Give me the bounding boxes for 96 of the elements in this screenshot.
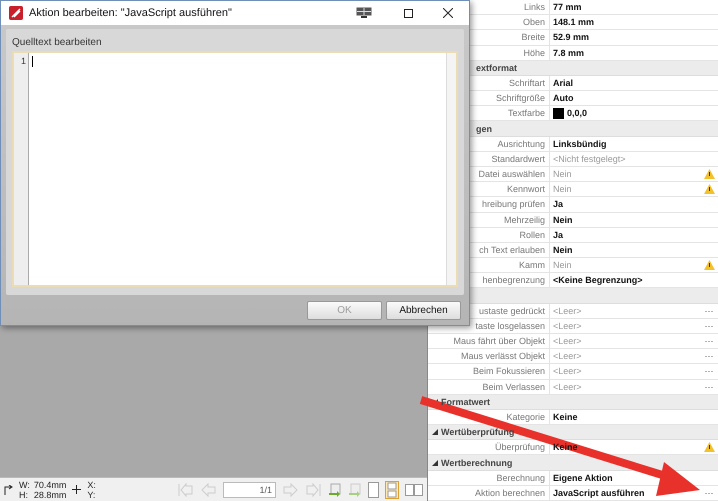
property-value: <Leer> [553, 336, 582, 346]
resize-icon [4, 484, 13, 494]
app-logo-icon [9, 6, 23, 20]
section-title: gen [476, 124, 492, 134]
property-label: Beim Fokussieren [472, 366, 545, 376]
collapse-triangle-icon[interactable] [432, 429, 438, 436]
continuous-page-icon[interactable] [385, 480, 399, 498]
property-label: Schriftgröße [496, 93, 545, 104]
property-label: Oben [522, 17, 545, 28]
more-button[interactable]: ··· [701, 380, 717, 394]
property-value: Linksbündig [553, 138, 606, 149]
property-value: <Leer> [553, 320, 582, 331]
property-value: 0,0,0 [567, 108, 588, 118]
property-label: Rollen [519, 230, 545, 240]
property-label: Kategorie [506, 412, 545, 422]
warning-icon [704, 184, 714, 194]
property-label: Kamm [518, 260, 545, 270]
section-title: Wertberechnung [441, 458, 512, 468]
property-value: Arial [553, 78, 574, 88]
property-value: <Leer> [553, 382, 582, 392]
property-value: <Keine Begrenzung> [553, 275, 643, 286]
y-label: Y: [87, 490, 96, 500]
property-label: taste losgelassen [475, 320, 545, 331]
property-label: Schriftart [508, 78, 545, 88]
forward-view-icon[interactable] [348, 482, 362, 496]
property-label: henbegrenzung [482, 275, 545, 286]
property-value: <Leer> [553, 351, 582, 362]
property-label: Aktion berechnen [474, 488, 545, 498]
property-value: Nein [553, 260, 572, 270]
property-value: Nein [553, 169, 572, 180]
editor-label: Quelltext bearbeiten [12, 37, 103, 48]
height-label: H: [19, 490, 29, 500]
property-value: Nein [553, 214, 573, 225]
property-label: ustaste gedrückt [478, 306, 545, 316]
property-label: Mehrzeilig [504, 214, 545, 225]
section-title: Wertüberprüfung [441, 427, 514, 438]
warning-icon [704, 169, 714, 180]
property-value: 77 mm [553, 2, 582, 12]
property-label: Berechnung [496, 472, 545, 483]
single-page-icon[interactable] [368, 482, 379, 498]
collapse-triangle-icon[interactable] [432, 460, 438, 466]
text-cursor [32, 56, 33, 67]
warning-icon [704, 260, 714, 270]
property-value: Nein [553, 184, 572, 194]
window-title: Aktion bearbeiten: "JavaScript ausführen" [29, 7, 233, 19]
property-value: <Nicht festgelegt> [553, 154, 626, 164]
property-label: Ausrichtung [497, 138, 545, 149]
property-label: Datei auswählen [478, 169, 545, 180]
property-label: ch Text erlauben [479, 244, 545, 255]
crosshair-icon [72, 485, 82, 494]
property-label: Höhe [523, 48, 545, 58]
close-icon[interactable] [443, 8, 453, 18]
more-button[interactable]: ··· [701, 334, 717, 348]
width-value: 70.4mm [34, 480, 66, 490]
more-button[interactable]: ··· [701, 486, 717, 500]
more-button[interactable]: ··· [701, 304, 717, 318]
two-page-icon[interactable] [405, 484, 423, 496]
property-value: Auto [553, 93, 574, 104]
warning-icon [704, 442, 714, 452]
property-value: Nein [553, 244, 573, 255]
dialog-button[interactable]: Abbrechen [386, 300, 461, 320]
property-label: Maus verlässt Objekt [460, 351, 545, 362]
property-value: Ja [553, 199, 564, 210]
property-value: Keine [553, 412, 578, 422]
property-label: Standardwert [491, 154, 545, 164]
property-value: Ja [553, 230, 564, 240]
property-value: <Leer> [553, 366, 582, 376]
more-button[interactable]: ··· [701, 364, 717, 378]
section-title: Formatwert [441, 396, 490, 407]
scrollbar[interactable] [446, 53, 456, 285]
property-value: Eigene Aktion [553, 472, 613, 483]
code-editor[interactable]: 1 [12, 51, 458, 287]
back-view-icon[interactable] [328, 482, 342, 496]
property-value: 7.8 mm [553, 48, 584, 58]
property-label: Maus fährt über Objekt [453, 336, 545, 346]
page-field[interactable]: 1/1 [223, 482, 276, 498]
property-label: hreibung prüfen [482, 199, 545, 210]
property-label: Kennwort [506, 184, 545, 194]
x-label: X: [87, 480, 96, 490]
property-label: Beim Verlassen [482, 382, 545, 392]
property-value: 52.9 mm [553, 32, 590, 42]
more-button[interactable]: ··· [701, 319, 717, 332]
more-button[interactable]: ··· [701, 350, 717, 363]
property-value: <Leer> [553, 306, 582, 316]
property-value: 148.1 mm [553, 17, 594, 28]
height-value: 28.8mm [34, 490, 66, 500]
section-title: extformat [476, 62, 518, 73]
property-label: Überprüfung [494, 442, 545, 452]
property-label: Breite [521, 32, 545, 42]
line-number: 1 [20, 56, 26, 66]
width-label: W: [19, 480, 30, 490]
property-label: Links [524, 2, 545, 12]
maximize-icon[interactable] [404, 8, 413, 18]
property-label: Textfarbe [508, 108, 545, 118]
property-value: JavaScript ausführen [553, 488, 645, 498]
monitor-icon[interactable] [356, 7, 372, 19]
